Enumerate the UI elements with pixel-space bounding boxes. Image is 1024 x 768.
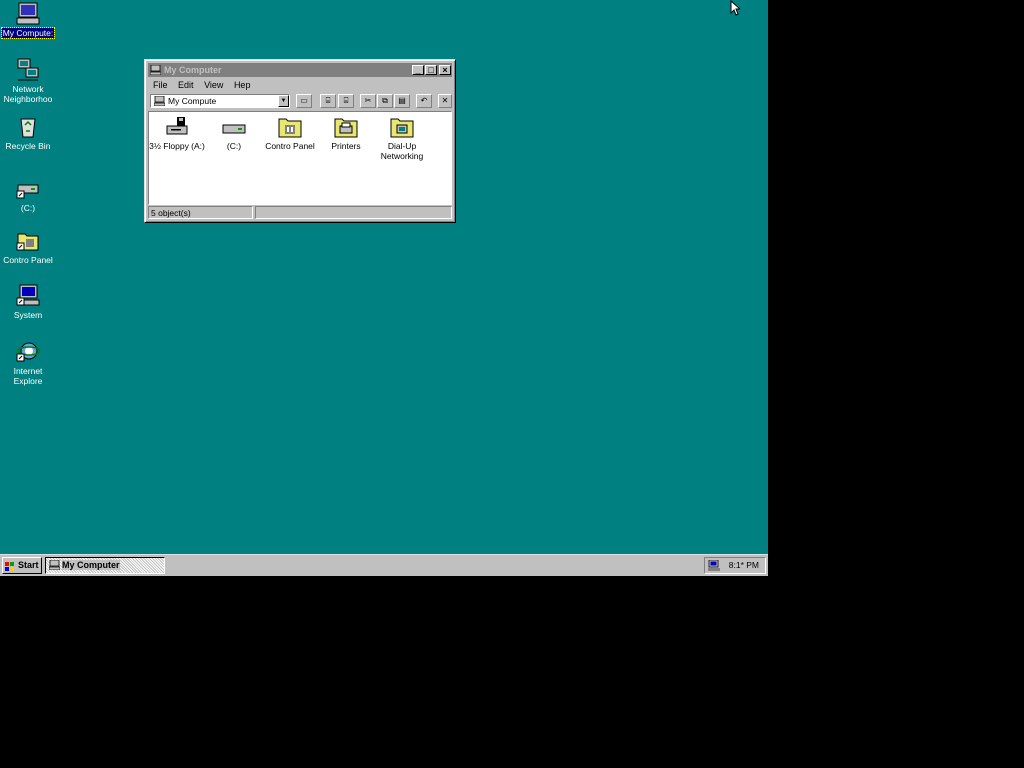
toolbar: My Compute ▼ ▭ ⌸ ⌸ ✂ ⧉ ▤ ↶ ✕	[148, 93, 452, 110]
window-title: My Computer	[164, 65, 222, 75]
control-panel-shortcut-icon	[16, 229, 40, 253]
hard-drive-icon	[222, 116, 246, 138]
window-titlebar[interactable]: My Computer _ □ ×	[148, 63, 452, 77]
desktop-icon-label: Contro Panel	[3, 255, 53, 265]
minimize-button[interactable]: _	[412, 65, 424, 75]
item-control-panel[interactable]: Contro Panel	[261, 116, 319, 151]
cut-icon[interactable]: ✂	[360, 94, 376, 108]
drive-shortcut-icon	[16, 177, 40, 201]
item-label: Printers	[331, 141, 361, 151]
desktop-icon-drive-c[interactable]: (C:)	[0, 177, 58, 213]
desktop-icon-internet-explorer[interactable]: Internet Explore	[0, 340, 58, 386]
chevron-down-icon[interactable]: ▼	[278, 95, 289, 107]
item-hard-drive[interactable]: (C:)	[205, 116, 263, 151]
system-tray: 8:1* PM	[704, 557, 766, 574]
desktop-icon-label: System	[13, 310, 43, 320]
address-combo[interactable]: My Compute ▼	[150, 94, 290, 108]
network-tray-icon[interactable]	[708, 559, 720, 571]
folder-view[interactable]: 3½ Floppy (A:) (C:) Contro Panel Printer…	[148, 111, 452, 205]
menu-view[interactable]: View	[204, 80, 223, 90]
system-shortcut-icon	[16, 284, 40, 308]
start-button[interactable]: Start	[2, 557, 42, 574]
item-printers[interactable]: Printers	[317, 116, 375, 151]
copy-icon[interactable]: ⧉	[377, 94, 393, 108]
menu-file[interactable]: File	[153, 80, 168, 90]
desktop[interactable]: My Compute: Network Neighborhoo Recycle …	[0, 0, 768, 576]
desktop-icon-label: Internet Explore	[13, 366, 43, 386]
menu-edit[interactable]: Edit	[178, 80, 194, 90]
item-label: (C:)	[226, 141, 242, 151]
desktop-icon-label: Recycle Bin	[5, 141, 51, 151]
mouse-pointer-icon	[730, 0, 742, 16]
item-floppy-drive[interactable]: 3½ Floppy (A:)	[148, 116, 206, 151]
status-object-count: 5 object(s)	[148, 206, 253, 219]
close-button[interactable]: ×	[439, 65, 451, 75]
computer-icon	[48, 559, 61, 571]
status-panel	[255, 206, 452, 219]
desktop-icon-system[interactable]: System	[0, 284, 58, 320]
printers-folder-icon	[334, 116, 358, 138]
maximize-button[interactable]: □	[425, 65, 437, 75]
delete-icon[interactable]: ✕	[438, 94, 452, 108]
item-dialup-networking[interactable]: Dial-Up Networking	[373, 116, 431, 161]
desktop-icon-label: (C:)	[20, 203, 36, 213]
windows-logo-icon	[5, 561, 15, 571]
desktop-icon-label: Network Neighborhoo	[3, 84, 53, 104]
status-bar: 5 object(s)	[148, 206, 452, 220]
desktop-icon-control-panel[interactable]: Contro Panel	[0, 229, 58, 265]
my-computer-window[interactable]: My Computer _ □ × File Edit View Hep My …	[144, 59, 456, 223]
internet-explorer-icon	[16, 340, 41, 364]
map-drive-icon[interactable]: ⌸	[320, 94, 336, 108]
up-folder-icon[interactable]: ▭	[296, 94, 312, 108]
taskbar: Start My Computer 8:1* PM	[0, 554, 768, 576]
taskbar-button-my-computer[interactable]: My Computer	[45, 557, 165, 574]
network-neighborhood-icon	[16, 58, 40, 82]
menu-bar: File Edit View Hep	[148, 78, 452, 92]
recycle-bin-icon	[16, 115, 40, 139]
dialup-networking-folder-icon	[390, 116, 414, 138]
desktop-icon-label: My Compute:	[0, 27, 56, 39]
item-label: Contro Panel	[265, 141, 315, 151]
floppy-drive-icon	[165, 116, 189, 138]
item-label: 3½ Floppy (A:)	[149, 141, 205, 151]
paste-icon[interactable]: ▤	[394, 94, 410, 108]
start-label: Start	[18, 560, 39, 570]
taskbar-button-label: My Computer	[62, 560, 120, 570]
computer-icon	[153, 95, 166, 107]
menu-help[interactable]: Hep	[234, 80, 251, 90]
desktop-icon-recycle-bin[interactable]: Recycle Bin	[0, 115, 58, 151]
item-label: Dial-Up Networking	[380, 141, 424, 161]
computer-icon	[149, 64, 162, 76]
desktop-icon-my-computer[interactable]: My Compute:	[0, 2, 58, 39]
undo-icon[interactable]: ↶	[416, 94, 432, 108]
disconnect-drive-icon[interactable]: ⌸	[338, 94, 354, 108]
desktop-icon-network-neighborhood[interactable]: Network Neighborhoo	[0, 58, 58, 104]
clock[interactable]: 8:1* PM	[729, 560, 759, 570]
control-panel-folder-icon	[278, 116, 302, 138]
address-value: My Compute	[168, 96, 217, 106]
my-computer-icon	[16, 2, 40, 26]
